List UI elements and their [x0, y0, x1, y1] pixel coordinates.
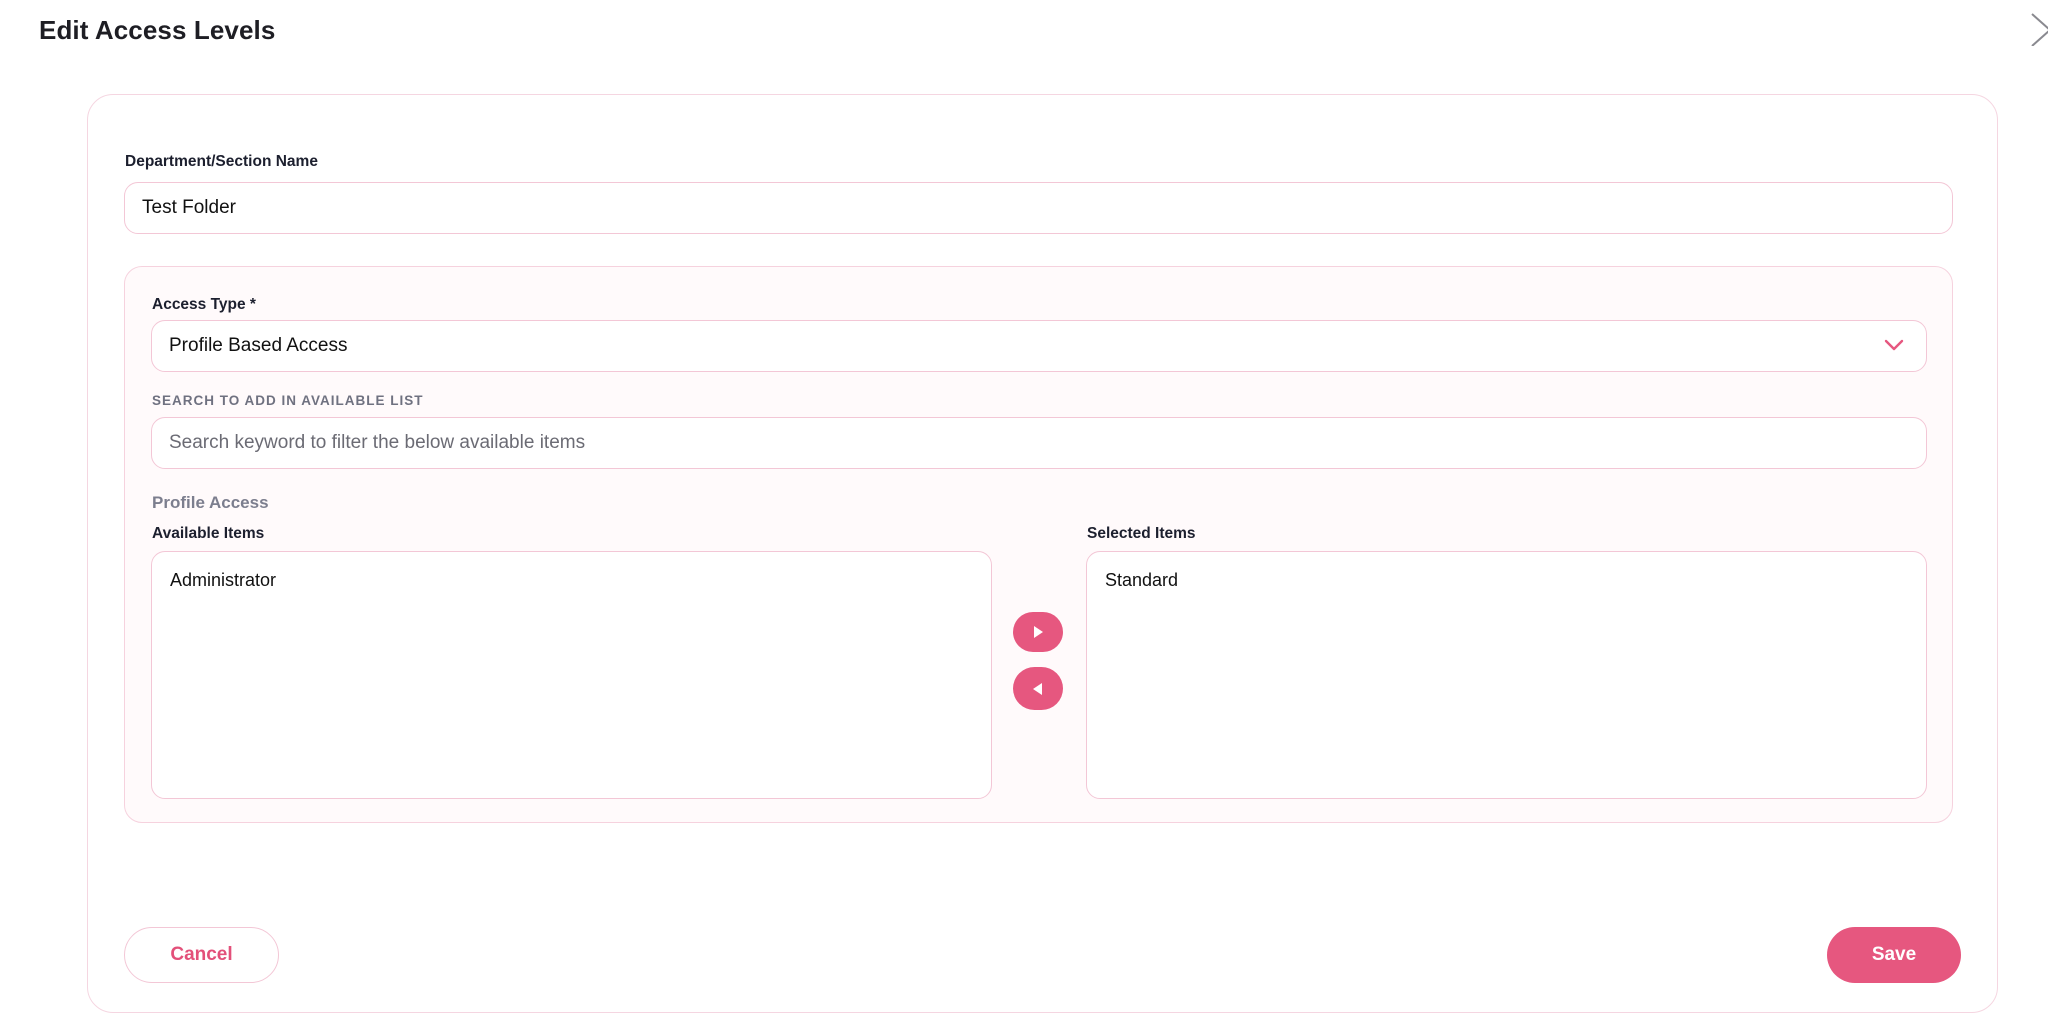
department-label: Department/Section Name: [125, 153, 318, 170]
available-items-label: Available Items: [152, 525, 265, 542]
access-type-value: Profile Based Access: [169, 335, 348, 356]
search-label: SEARCH TO ADD IN AVAILABLE LIST: [152, 393, 424, 408]
section-title: Profile Access: [152, 493, 269, 512]
access-panel: Access Type * Profile Based Access SEARC…: [124, 266, 1953, 823]
play-left-icon: [1033, 682, 1042, 695]
list-item[interactable]: Administrator: [170, 568, 973, 592]
access-type-label: Access Type *: [152, 296, 256, 313]
move-right-button[interactable]: [1013, 612, 1063, 652]
search-input[interactable]: [151, 417, 1927, 469]
edit-access-levels-dialog: Edit Access Levels Department/Section Na…: [0, 0, 2048, 1028]
modal-title: Edit Access Levels: [39, 15, 276, 45]
form-card: Department/Section Name Access Type * Pr…: [87, 94, 1998, 1013]
close-icon[interactable]: [2028, 12, 2048, 46]
play-right-icon: [1034, 626, 1043, 638]
available-items-list[interactable]: Administrator: [151, 551, 992, 799]
selected-items-list[interactable]: Standard: [1086, 551, 1927, 799]
move-left-button[interactable]: [1013, 667, 1063, 710]
save-button[interactable]: Save: [1827, 927, 1961, 983]
chevron-down-icon: [1884, 338, 1904, 352]
department-name-input[interactable]: [124, 182, 1953, 234]
selected-items-label: Selected Items: [1087, 525, 1196, 542]
cancel-button[interactable]: Cancel: [124, 927, 279, 983]
access-type-select[interactable]: Profile Based Access: [151, 320, 1927, 372]
list-item[interactable]: Standard: [1105, 568, 1908, 592]
